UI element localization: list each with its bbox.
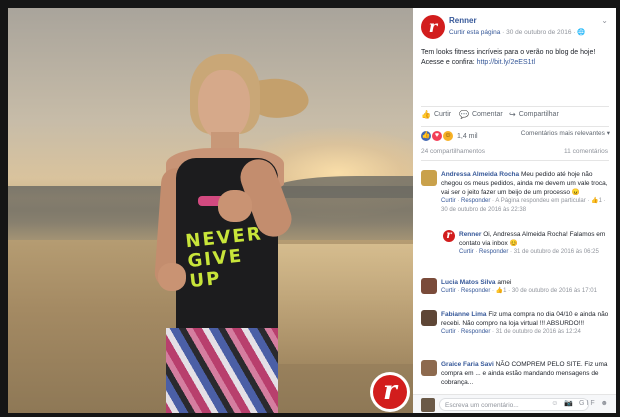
like-label: Curtir bbox=[433, 111, 452, 118]
commenter-name[interactable]: Andressa Almeida Rocha bbox=[441, 171, 519, 178]
distant-hill bbox=[273, 176, 413, 198]
commenter-name[interactable]: Lucia Matos Silva bbox=[441, 279, 496, 286]
thumbs-up-icon: 👍 bbox=[421, 110, 431, 119]
reply-like-link[interactable]: Curtir bbox=[459, 249, 474, 255]
divider bbox=[421, 106, 609, 107]
chevron-down-icon[interactable]: ⌄ bbox=[601, 16, 608, 25]
reply-reply-link[interactable]: Responder bbox=[479, 249, 508, 255]
comment-meta: · 31 de outubro de 2016 às 12:24 bbox=[492, 329, 581, 335]
share-label: Compartilhar bbox=[518, 111, 559, 118]
reply-meta: · 31 de outubro de 2016 às 06:25 bbox=[510, 249, 599, 255]
comment-body: Andressa Almeida Rocha Meu pedido até ho… bbox=[441, 170, 611, 215]
shares-count[interactable]: 24 compartilhamentos bbox=[421, 148, 485, 155]
commenter-avatar[interactable] bbox=[421, 278, 437, 294]
reaction-summary[interactable]: 👍 ♥ ☺ 1,4 mil bbox=[421, 129, 478, 143]
commenter-name[interactable]: Graice Faria Savi bbox=[441, 361, 494, 368]
share-button[interactable]: ↪ Compartilhar bbox=[509, 110, 559, 119]
commenter-avatar[interactable] bbox=[421, 170, 437, 186]
post-header: r Renner Curtir esta página · 30 de outu… bbox=[413, 8, 616, 48]
reply-avatar[interactable]: r bbox=[443, 230, 455, 242]
runner-left-fist bbox=[158, 263, 186, 291]
share-icon: ↪ bbox=[509, 110, 516, 119]
like-button[interactable]: 👍 Curtir bbox=[421, 110, 451, 119]
reply-footer: Curtir · Responder · 31 de outubro de 20… bbox=[459, 249, 599, 255]
comment-body: Fabianne Lima Fiz uma compra no dia 04/1… bbox=[441, 310, 611, 337]
globe-icon: 🌐 bbox=[577, 29, 586, 36]
post-link[interactable]: http://bit.ly/2eES1tl bbox=[477, 59, 535, 66]
post-actions: 👍 Curtir 💬 Comentar ↪ Compartilhar bbox=[413, 110, 616, 126]
love-reaction-icon: ♥ bbox=[432, 131, 442, 141]
renner-logo: r bbox=[370, 372, 410, 412]
wet-sand-reflection bbox=[268, 244, 413, 364]
commenter-avatar[interactable] bbox=[421, 310, 437, 326]
comment-like-link[interactable]: Curtir bbox=[441, 329, 456, 335]
runner-right-fist bbox=[218, 190, 252, 222]
comment-composer: Escreva um comentário... ☺ 📷 GIF ☻ bbox=[413, 394, 616, 413]
viewer-frame: NEVER GIVE UP r r Renner Curtir esta pág… bbox=[0, 0, 620, 417]
smile-emoji-icon: 😊 bbox=[509, 240, 518, 247]
reply-body: Renner Oi, Andressa Almeida Rocha! Falam… bbox=[459, 230, 609, 257]
post-side-panel: r Renner Curtir esta página · 30 de outu… bbox=[413, 8, 616, 413]
comment-footer: Curtir · Responder · 31 de outubro de 20… bbox=[441, 329, 581, 335]
runner-face bbox=[198, 70, 250, 140]
post-date[interactable]: 30 de outubro de 2016 bbox=[506, 29, 571, 36]
user-avatar bbox=[421, 398, 435, 412]
angry-emoji-icon: 😠 bbox=[571, 189, 580, 196]
post-photo[interactable]: NEVER GIVE UP r bbox=[8, 8, 413, 413]
like-reaction-icon: 👍 bbox=[421, 131, 431, 141]
comment-body: Graice Faria Savi NÃO COMPREM PELO SITE.… bbox=[441, 360, 611, 387]
comment-reply-link[interactable]: Responder bbox=[461, 288, 490, 294]
post-text: Tem looks fitness incríveis para o verão… bbox=[421, 48, 611, 68]
post-meta: Curtir esta página · 30 de outubro de 20… bbox=[449, 29, 586, 36]
haha-reaction-icon: ☺ bbox=[443, 131, 453, 141]
comment-reply-link[interactable]: Responder bbox=[461, 198, 490, 204]
reaction-count: 1,4 mil bbox=[457, 132, 478, 140]
page-avatar[interactable]: r bbox=[421, 15, 445, 39]
like-page-link[interactable]: Curtir esta página bbox=[449, 29, 500, 36]
comment-text: amei bbox=[497, 279, 512, 286]
comment-like-link[interactable]: Curtir bbox=[441, 198, 456, 204]
comment-footer: Curtir · Responder · A Página respondeu … bbox=[441, 198, 606, 213]
composer-icons[interactable]: ☺ 📷 GIF ☻ bbox=[551, 399, 610, 407]
commenter-avatar[interactable] bbox=[421, 360, 437, 376]
comment-icon: 💬 bbox=[459, 110, 469, 119]
comment-meta: · 👍1 · 30 de outubro de 2016 às 17:01 bbox=[492, 288, 597, 294]
comment-body: Lucia Matos Silva amei Curtir · Responde… bbox=[441, 278, 611, 296]
comment-sort-dropdown[interactable]: Comentários mais relevantes ▾ bbox=[521, 129, 610, 137]
reply-author[interactable]: Renner bbox=[459, 231, 481, 238]
comment-footer: Curtir · Responder · 👍1 · 30 de outubro … bbox=[441, 288, 597, 294]
reply-text: Oi, Andressa Almeida Rocha! Falamos em c… bbox=[459, 231, 606, 247]
shirt-print: NEVER GIVE UP bbox=[184, 223, 264, 293]
comment-button[interactable]: 💬 Comentar bbox=[459, 110, 503, 119]
runner-leggings bbox=[166, 328, 278, 413]
comment-label: Comentar bbox=[471, 111, 503, 118]
divider bbox=[421, 160, 609, 161]
commenter-name[interactable]: Fabianne Lima bbox=[441, 311, 487, 318]
comment-like-link[interactable]: Curtir bbox=[441, 288, 456, 294]
divider bbox=[421, 126, 609, 127]
comment-reply-link[interactable]: Responder bbox=[461, 329, 490, 335]
page-name-link[interactable]: Renner bbox=[449, 16, 477, 25]
comments-count[interactable]: 11 comentários bbox=[564, 148, 608, 155]
renner-logo-letter: r bbox=[373, 375, 407, 409]
share-comment-counts: 24 compartilhamentos 11 comentários bbox=[413, 148, 616, 158]
